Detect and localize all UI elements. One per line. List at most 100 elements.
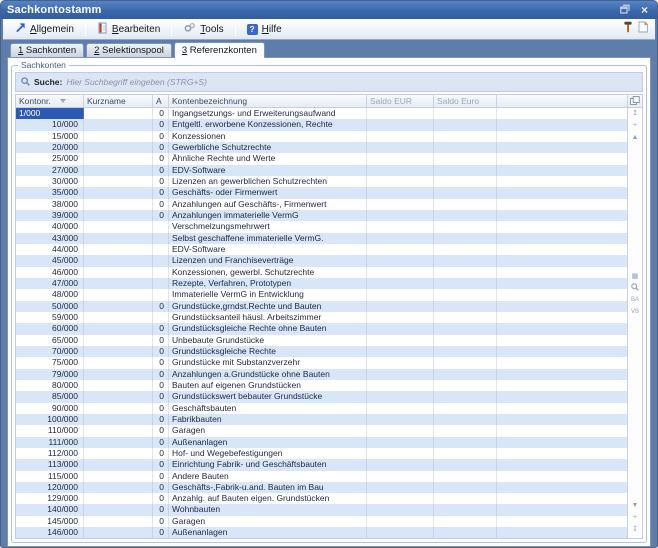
cell-saldo-eur[interactable] [367,368,434,380]
cell-a[interactable]: 0 [153,436,169,448]
cell-a[interactable]: 0 [153,108,169,120]
cell-kontonr[interactable]: 111/000 [16,436,84,448]
cell-bezeichnung[interactable]: Grundstücke,grndst.Rechte und Bauten [169,300,367,312]
cell-bezeichnung[interactable]: EDV-Software [169,164,367,176]
cell-a[interactable]: 0 [153,515,169,528]
page-up-button[interactable]: + [633,120,637,132]
cell-saldo-euro[interactable] [434,481,497,494]
scroll-top-button[interactable]: ↥ [632,108,638,120]
cell-saldo-eur[interactable] [367,345,434,358]
cell-saldo-euro[interactable] [434,141,497,154]
tab-sachkonten[interactable]: 1 Sachkonten [10,43,85,57]
grid-settings-button[interactable]: ▦ [632,271,639,283]
cell-saldo-euro[interactable] [434,334,497,346]
cell-a[interactable]: 0 [153,493,169,505]
cell-kurzname[interactable] [84,459,153,471]
cell-kontonr[interactable]: 25/000 [16,153,84,165]
cell-a[interactable]: 0 [153,130,169,142]
cell-bezeichnung[interactable]: Geschäfts- oder Firmenwert [169,187,367,199]
cell-bezeichnung[interactable]: Lizenzen und Franchiseverträge [169,255,367,267]
table-row[interactable]: 100/000 0 Fabrikbauten [16,413,627,426]
cell-kurzname[interactable] [84,232,153,244]
cell-bezeichnung[interactable]: Grundstücksgleiche Rechte ohne Bauten [169,323,367,335]
cell-saldo-eur[interactable] [367,289,434,301]
page-down-button[interactable]: + [633,512,637,524]
cell-kontonr[interactable]: 129/000 [16,493,84,505]
cell-kontonr[interactable]: 50/000 [16,300,84,312]
cell-a[interactable]: 0 [153,164,169,176]
cell-a[interactable] [153,311,169,324]
cell-bezeichnung[interactable]: Grundstücke mit Substanzverzehr [169,357,367,369]
cell-kurzname[interactable] [84,515,153,528]
cell-kurzname[interactable] [84,493,153,505]
cell-kurzname[interactable] [84,425,153,437]
cell-saldo-eur[interactable] [367,323,434,335]
cell-kontonr[interactable]: 90/000 [16,402,84,414]
cell-bezeichnung[interactable]: Rezepte, Verfahren, Prototypen [169,277,367,290]
cell-bezeichnung[interactable]: Anzahlungen immaterielle VermG [169,209,367,222]
table-row[interactable]: 65/000 0 Unbebaute Grundstücke [16,334,627,346]
table-row[interactable]: 80/000 0 Bauten auf eigenen Grundstücken [16,379,627,392]
search-input[interactable] [66,76,637,88]
cell-saldo-eur[interactable] [367,436,434,448]
table-row[interactable]: 43/000 Selbst geschaffene immaterielle V… [16,232,627,244]
cell-kurzname[interactable] [84,255,153,267]
cell-kontonr[interactable]: 113/000 [16,459,84,471]
cell-kurzname[interactable] [84,527,153,539]
cell-kontonr[interactable]: 145/000 [16,515,84,528]
cell-kurzname[interactable] [84,243,153,256]
cell-a[interactable]: 0 [153,368,169,380]
cell-bezeichnung[interactable]: Grundstücksgleiche Rechte [169,345,367,358]
cell-kurzname[interactable] [84,379,153,392]
cell-saldo-eur[interactable] [367,481,434,494]
cell-a[interactable]: 0 [153,379,169,392]
cell-a[interactable]: 0 [153,198,169,210]
table-row[interactable]: 10/000 0 Entgeltl. erworbene Konzessione… [16,119,627,131]
cell-bezeichnung[interactable]: Konzessionen, gewerbl. Schutzrechte [169,266,367,278]
cell-saldo-euro[interactable] [434,119,497,131]
cell-saldo-eur[interactable] [367,108,434,120]
cell-a[interactable]: 0 [153,209,169,222]
cell-saldo-euro[interactable] [434,209,497,222]
cell-kurzname[interactable] [84,153,153,165]
table-row[interactable]: 45/000 Lizenzen und Franchiseverträge [16,255,627,267]
cell-saldo-euro[interactable] [434,289,497,301]
cell-kurzname[interactable] [84,436,153,448]
cell-saldo-euro[interactable] [434,153,497,165]
cell-kontonr[interactable]: 38/000 [16,198,84,210]
cell-saldo-euro[interactable] [434,164,497,176]
cell-kurzname[interactable] [84,119,153,131]
cell-saldo-euro[interactable] [434,470,497,482]
cell-saldo-eur[interactable] [367,243,434,256]
cell-saldo-euro[interactable] [434,459,497,471]
cell-saldo-eur[interactable] [367,130,434,142]
cell-a[interactable]: 0 [153,119,169,131]
cell-kontonr[interactable]: 1/000 [16,108,84,120]
cell-bezeichnung[interactable]: Geschäfts-,Fabrik-u.and. Bauten im Bau [169,481,367,494]
cell-a[interactable]: 0 [153,425,169,437]
cell-saldo-euro[interactable] [434,175,497,188]
cell-saldo-euro[interactable] [434,232,497,244]
cell-saldo-eur[interactable] [367,255,434,267]
table-row[interactable]: 112/000 0 Hof- und Wegebefestigungen [16,447,627,460]
cell-saldo-eur[interactable] [367,277,434,290]
cell-saldo-euro[interactable] [434,130,497,142]
cell-kontonr[interactable]: 100/000 [16,413,84,426]
table-row[interactable]: 47/000 Rezepte, Verfahren, Prototypen [16,277,627,290]
cell-kurzname[interactable] [84,266,153,278]
cell-saldo-eur[interactable] [367,459,434,471]
cell-kurzname[interactable] [84,447,153,460]
cell-kontonr[interactable]: 20/000 [16,141,84,154]
cell-kurzname[interactable] [84,345,153,358]
cell-kurzname[interactable] [84,175,153,188]
cell-a[interactable] [153,255,169,267]
cell-kurzname[interactable] [84,198,153,210]
cell-a[interactable]: 0 [153,153,169,165]
table-row[interactable]: 75/000 0 Grundstücke mit Substanzverzehr [16,357,627,369]
table-row[interactable]: 44/000 EDV-Software [16,243,627,256]
cell-kontonr[interactable]: 30/000 [16,175,84,188]
table-row[interactable]: 90/000 0 Geschäftsbauten [16,402,627,414]
column-chooser-button[interactable] [628,95,642,108]
table-row[interactable]: 79/000 0 Anzahlungen a.Grundstücke ohne … [16,368,627,380]
cell-kontonr[interactable]: 43/000 [16,232,84,244]
